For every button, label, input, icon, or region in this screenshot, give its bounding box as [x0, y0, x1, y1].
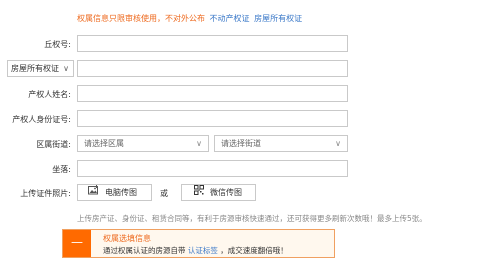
notice-text: 权属信息只限审核使用，不对外公布: [77, 14, 205, 23]
street-placeholder: 请选择街道: [221, 139, 261, 148]
district-placeholder: 请选择区属: [84, 139, 124, 148]
district-select[interactable]: 请选择区属 ∨: [77, 135, 209, 152]
owner-name-input[interactable]: [77, 85, 348, 102]
chevron-down-icon: ∨: [196, 139, 202, 148]
upload-hint: 上传房产证、身份证、租赁合同等，有利于房源审核快速通过，还可获得更多刷新次数哦！…: [77, 214, 427, 223]
owner-name-label: 产权人姓名:: [28, 90, 71, 99]
cert-type-value: 房屋所有权证: [11, 64, 59, 73]
tip-body-prefix: 通过权属认证的房源自带: [103, 246, 186, 255]
image-icon: [88, 185, 99, 200]
upload-pc-label: 电脑传图: [105, 188, 137, 197]
owner-id-input[interactable]: [77, 110, 348, 127]
owner-id-label: 产权人身份证号:: [12, 115, 71, 124]
or-text: 或: [160, 189, 168, 198]
tip-body: 通过权属认证的房源自带 认证标签 ，成交速度翻倍哦！: [103, 245, 288, 256]
upload-pc-button[interactable]: 电脑传图: [77, 184, 152, 201]
notice-link-realestate-cert[interactable]: 不动产权证: [210, 14, 250, 23]
qr-code-icon: [194, 185, 204, 200]
cert-type-number-input[interactable]: [77, 60, 348, 77]
address-label: 坐落:: [52, 165, 71, 174]
cert-type-select[interactable]: 房屋所有权证 ∨: [7, 60, 74, 77]
minus-icon: —: [63, 230, 91, 257]
cert-number-label: 丘权号:: [44, 40, 71, 49]
certification-tag-link[interactable]: 认证标签: [188, 246, 218, 255]
address-input[interactable]: [77, 160, 348, 177]
street-select[interactable]: 请选择街道 ∨: [214, 135, 348, 152]
chevron-down-icon: ∨: [335, 139, 341, 148]
district-label: 区属街道:: [36, 140, 71, 149]
chevron-down-icon: ∨: [63, 64, 69, 73]
cert-number-input[interactable]: [77, 35, 348, 52]
tip-body-suffix: ，成交速度翻倍哦！: [220, 246, 288, 255]
upload-label: 上传证件照片:: [20, 189, 71, 198]
tip-title: 权属选填信息: [103, 234, 151, 243]
ownership-tip-box: — 权属选填信息 通过权属认证的房源自带 认证标签 ，成交速度翻倍哦！: [62, 229, 335, 258]
upload-wechat-label: 微信传图: [210, 188, 242, 197]
privacy-notice: 权属信息只限审核使用，不对外公布 不动产权证 房屋所有权证: [77, 13, 302, 24]
upload-wechat-button[interactable]: 微信传图: [181, 184, 256, 201]
notice-link-house-cert[interactable]: 房屋所有权证: [254, 14, 302, 23]
